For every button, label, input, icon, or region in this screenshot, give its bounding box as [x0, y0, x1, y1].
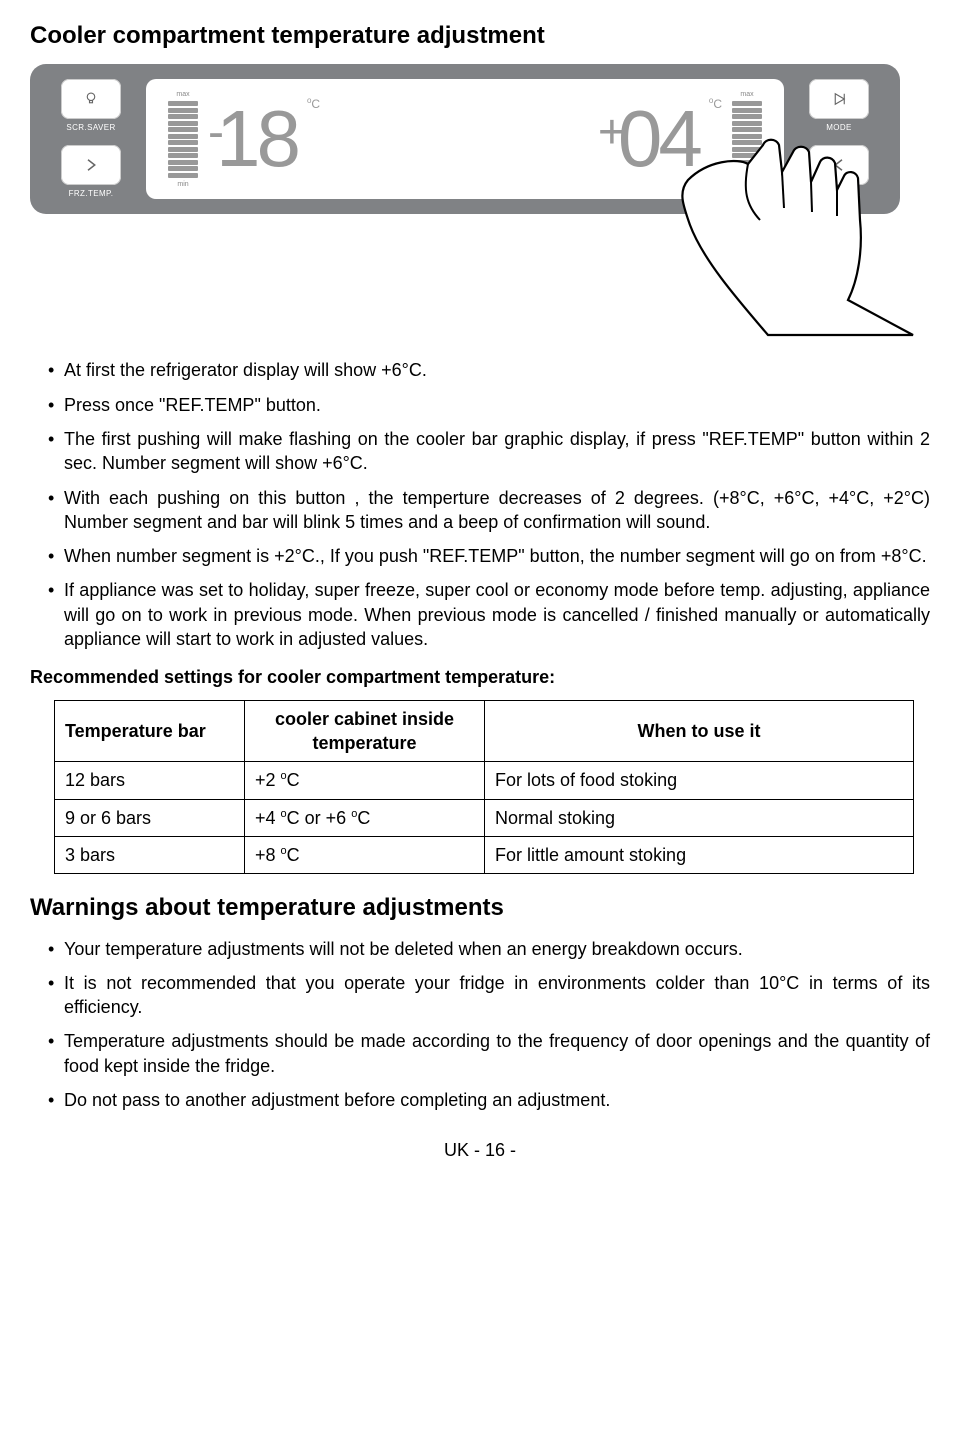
col-header: When to use it: [485, 700, 914, 762]
table-row: 3 bars +8 oC For little amount stoking: [55, 836, 914, 873]
play-outline-icon: [827, 90, 851, 108]
list-item: Do not pass to another adjustment before…: [48, 1088, 930, 1112]
list-item: Your temperature adjustments will not be…: [48, 937, 930, 961]
lamp-icon: [79, 90, 103, 108]
bar-min-label: min: [177, 180, 188, 189]
hand-pointing-icon: [648, 130, 948, 340]
cell: For lots of food stoking: [485, 762, 914, 799]
cell: 3 bars: [55, 836, 245, 873]
page-footer: UK - 16 -: [30, 1138, 930, 1162]
bars-icon: [168, 101, 198, 178]
table-header-row: Temperature bar cooler cabinet inside te…: [55, 700, 914, 762]
list-item: The first pushing will make flashing on …: [48, 427, 930, 476]
left-button-column: SCR.SAVER FRZ.TEMP.: [50, 79, 132, 201]
list-item: When number segment is +2°C., If you pus…: [48, 544, 930, 568]
warnings-list: Your temperature adjustments will not be…: [48, 937, 930, 1113]
cell: Normal stoking: [485, 799, 914, 836]
cell: 9 or 6 bars: [55, 799, 245, 836]
list-item: Press once "REF.TEMP" button.: [48, 393, 930, 417]
bar-max-label: max: [740, 90, 753, 99]
scr-saver-button[interactable]: [61, 79, 121, 119]
cell: +2 oC: [245, 762, 485, 799]
recommend-heading: Recommended settings for cooler compartm…: [30, 665, 930, 689]
cell: 12 bars: [55, 762, 245, 799]
chevron-right-icon: [79, 156, 103, 174]
col-header: cooler cabinet inside temperature: [245, 700, 485, 762]
list-item: It is not recommended that you operate y…: [48, 971, 930, 1020]
list-item: Temperature adjustments should be made a…: [48, 1029, 930, 1078]
page-title: Cooler compartment temperature adjustmen…: [30, 20, 930, 52]
freezer-digits: 18: [216, 94, 297, 183]
freezer-value: -18: [208, 99, 297, 179]
table-row: 12 bars +2 oC For lots of food stoking: [55, 762, 914, 799]
frz-temp-button[interactable]: [61, 145, 121, 185]
list-item: At first the refrigerator display will s…: [48, 358, 930, 382]
frz-temp-group: FRZ.TEMP.: [61, 145, 121, 200]
cell: For little amount stoking: [485, 836, 914, 873]
freezer-unit: oC: [307, 96, 320, 112]
freezer-reading: max min -18 oC: [168, 90, 320, 189]
mode-button[interactable]: [809, 79, 869, 119]
table-row: 9 or 6 bars +4 oC or +6 oC Normal stokin…: [55, 799, 914, 836]
list-item: With each pushing on this button , the t…: [48, 486, 930, 535]
settings-table: Temperature bar cooler cabinet inside te…: [54, 700, 914, 874]
scr-saver-group: SCR.SAVER: [61, 79, 121, 134]
frz-temp-label: FRZ.TEMP.: [69, 189, 114, 200]
mode-group: MODE: [809, 79, 869, 134]
col-header: Temperature bar: [55, 700, 245, 762]
fridge-unit: oC: [709, 96, 722, 112]
list-item: If appliance was set to holiday, super f…: [48, 578, 930, 651]
freezer-bar-graphic: max min: [168, 90, 198, 189]
instruction-list: At first the refrigerator display will s…: [48, 358, 930, 651]
warnings-title: Warnings about temperature adjustments: [30, 892, 930, 924]
cell: +8 oC: [245, 836, 485, 873]
cell: +4 oC or +6 oC: [245, 799, 485, 836]
bar-max-label: max: [176, 90, 189, 99]
control-panel-figure: SCR.SAVER FRZ.TEMP. max min -1: [30, 64, 930, 344]
scr-saver-label: SCR.SAVER: [66, 123, 115, 134]
